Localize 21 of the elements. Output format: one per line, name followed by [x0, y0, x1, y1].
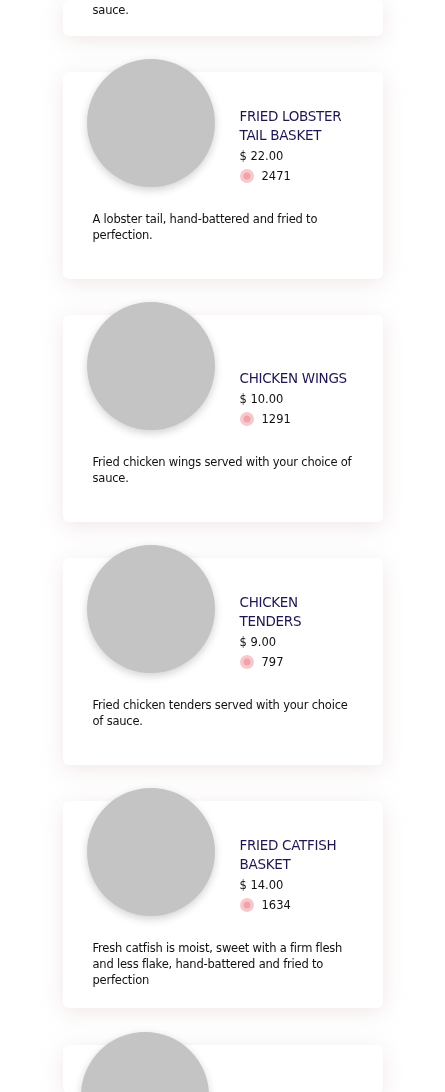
item-description: A lobster tail, hand-battered and fried to perfection. [92, 211, 319, 243]
item-description: Fresh catfish is moist, sweet with a firm flesh and less flake, hand-battered and fried to perfection [92, 940, 344, 988]
item-price: $ 10.00 [239, 391, 285, 407]
circle-icon[interactable] [239, 412, 254, 426]
item-name: FRIED CATFISH BASKET [239, 836, 338, 874]
circle-icon[interactable] [239, 898, 254, 912]
item-price: $ 9.00 [239, 634, 278, 650]
circle-icon[interactable] [239, 655, 254, 669]
like-count: 1634 [261, 898, 291, 912]
like-count: 1291 [261, 412, 291, 426]
item-name: CHICKEN TENDERS [239, 593, 303, 631]
item-description: Fried chicken wings served with your choice of sauce. [92, 454, 353, 486]
circle-icon[interactable] [239, 169, 254, 183]
item-name: CHICKEN WINGS [239, 369, 347, 388]
like-count: 2471 [261, 169, 291, 183]
like-count: 797 [261, 655, 284, 669]
item-description: sauce. [92, 2, 129, 18]
item-price: $ 22.00 [239, 148, 285, 164]
item-name: FRIED LOBSTER TAIL BASKET [239, 107, 343, 145]
item-price: $ 14.00 [239, 877, 285, 893]
item-description: Fried chicken tenders served with your choice of sauce. [92, 697, 349, 729]
